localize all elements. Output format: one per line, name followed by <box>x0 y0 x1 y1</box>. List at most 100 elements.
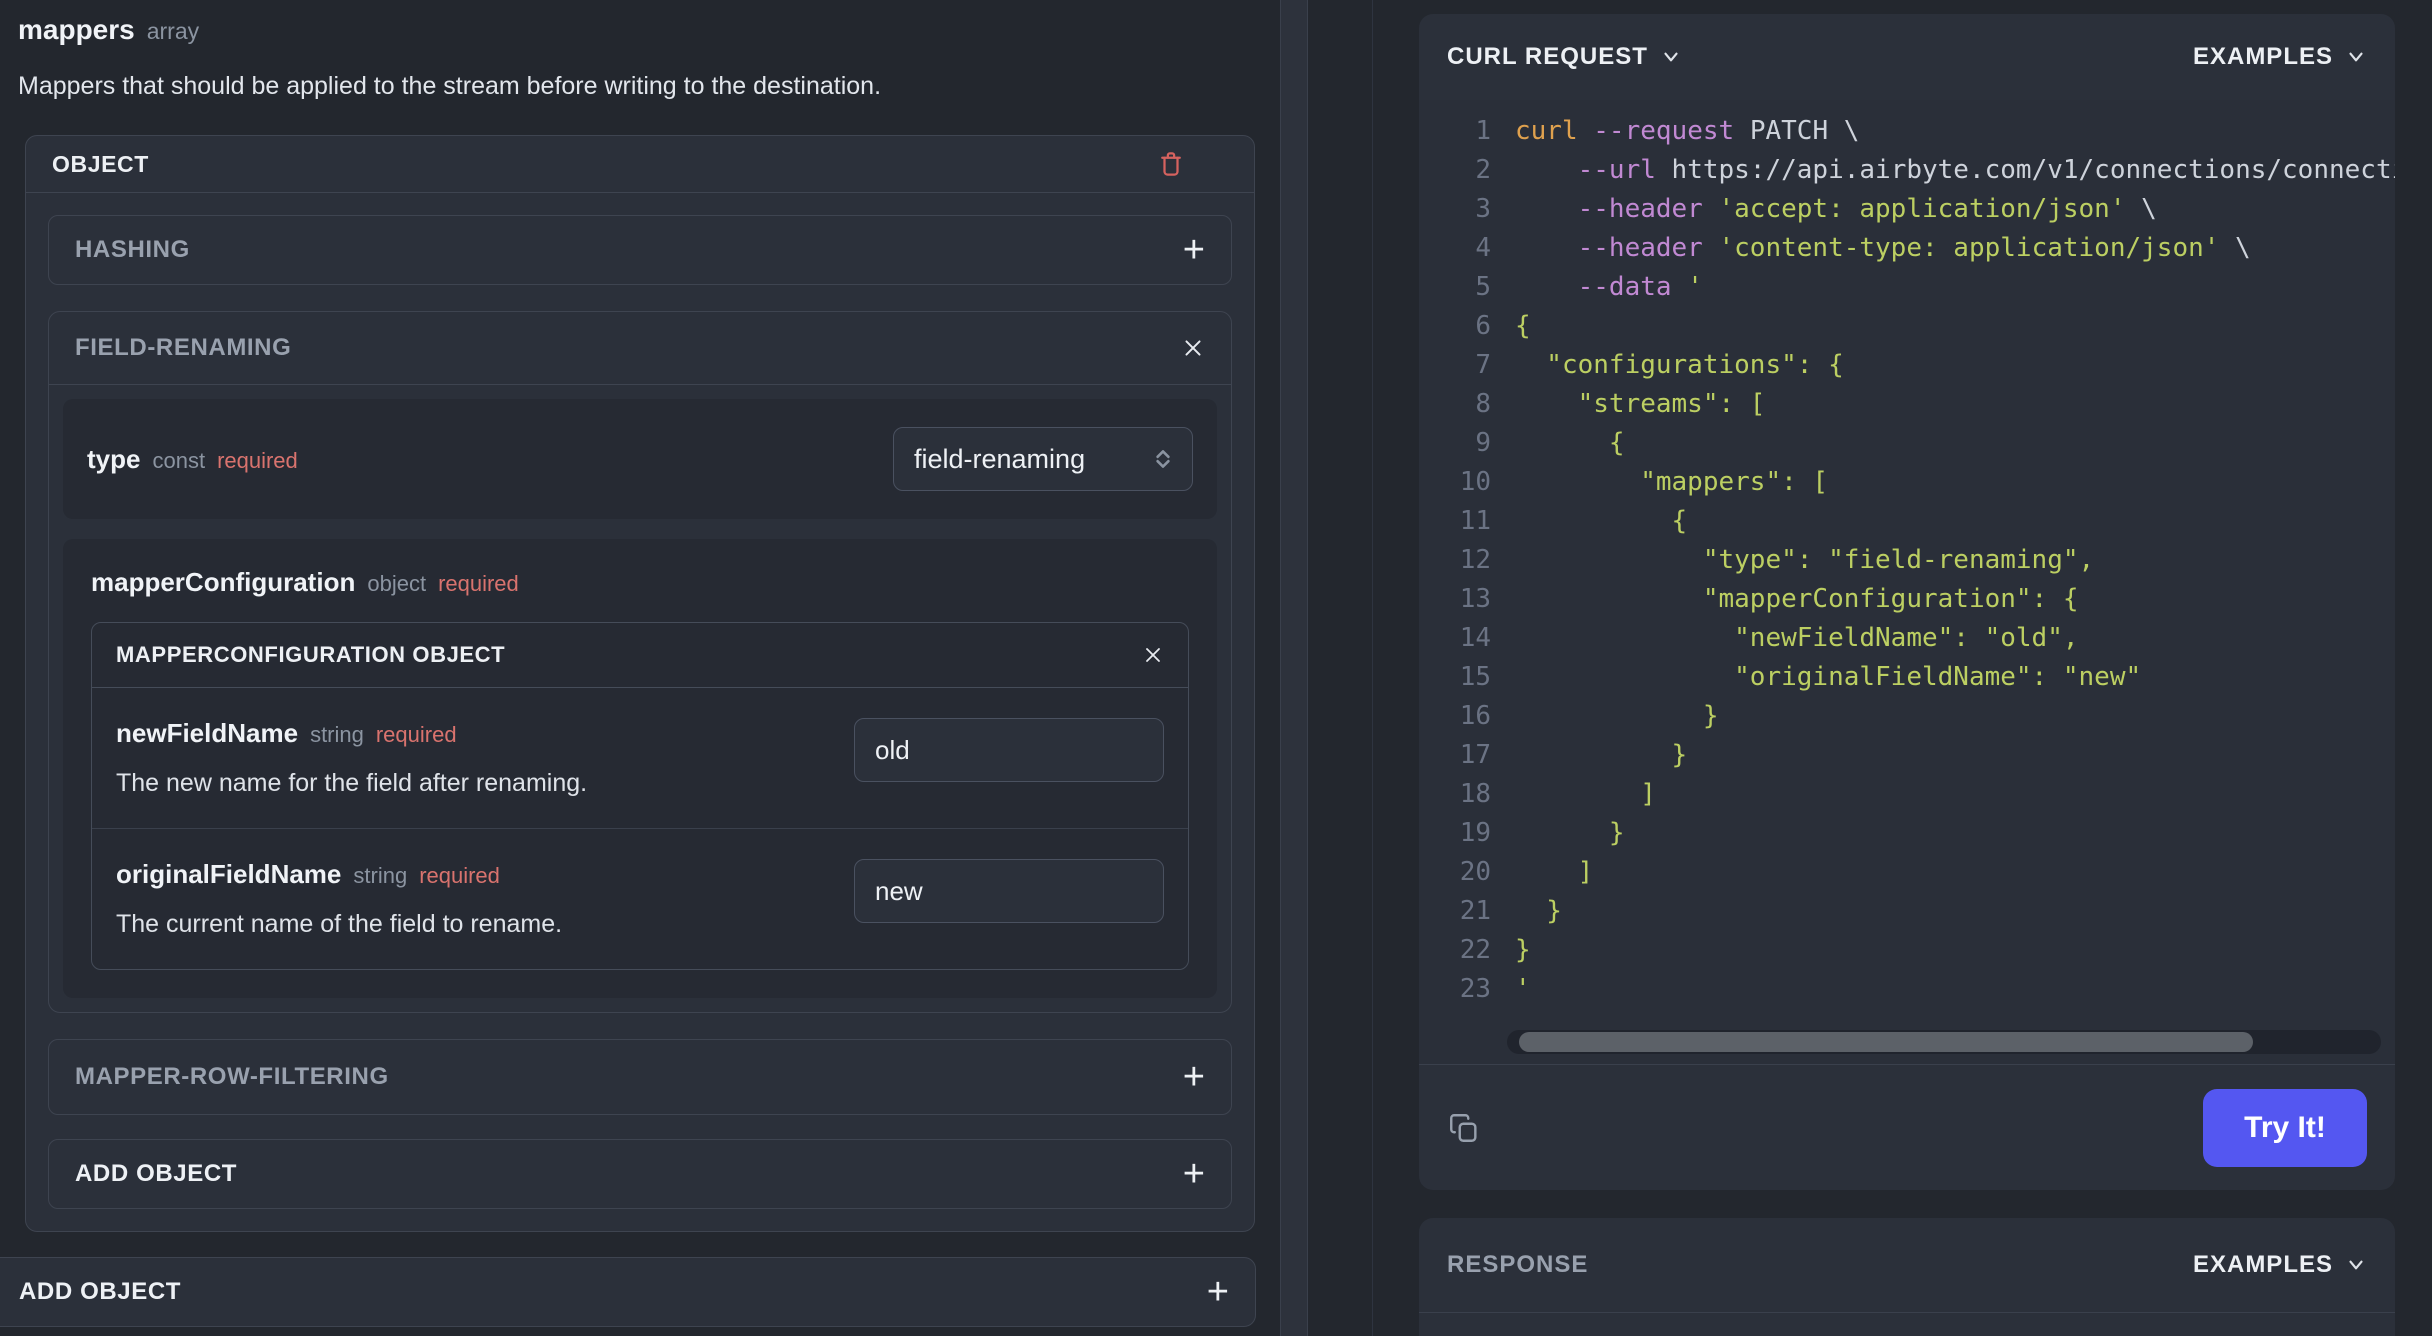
curl-request-card: CURL REQUEST EXAMPLES 1 curl --request PA… <box>1419 14 2395 1190</box>
code-line: 15 "originalFieldName": "new" <box>1459 662 2142 692</box>
code-lines: 1 curl --request PATCH \ 2 --url https://a… <box>1419 100 2395 1009</box>
newfieldname-input[interactable]: old <box>854 718 1164 782</box>
type-field-row: type const required field-renaming <box>63 399 1217 519</box>
add-object-label: ADD OBJECT <box>75 1160 238 1187</box>
code-line: 7 "configurations": { <box>1475 350 1844 380</box>
add-object-label: ADD OBJECT <box>19 1278 182 1305</box>
type-select-value: field-renaming <box>914 443 1086 474</box>
field-name: mappers <box>18 14 135 45</box>
object-panel-actions <box>1156 149 1228 179</box>
code-line: 13 "mapperConfiguration": { <box>1459 584 2079 614</box>
object-panel-body: HASHING + FIELD-RENAMING type const requ… <box>26 193 1254 1231</box>
request-card-footer: Try It! <box>1419 1064 2395 1190</box>
code-line: 9 { <box>1475 428 1625 458</box>
code-line: 5 --data ' <box>1475 272 1703 302</box>
examples-label: EXAMPLES <box>2192 43 2333 70</box>
copy-icon[interactable] <box>1447 1111 1481 1145</box>
schema-column: mappers array Mappers that should be app… <box>18 14 1255 1232</box>
field-info: newFieldName string required The new nam… <box>116 718 587 798</box>
plus-icon: + <box>1182 1153 1205 1195</box>
curl-request-title: CURL REQUEST <box>1447 43 1648 70</box>
plus-icon: + <box>1206 1271 1229 1313</box>
field-info: originalFieldName string required The cu… <box>116 859 562 939</box>
code-line: 1 curl --request PATCH \ <box>1475 116 1860 146</box>
code-line: 23 ' <box>1459 974 1531 1004</box>
chevron-down-icon <box>2345 46 2367 68</box>
response-examples-dropdown[interactable]: EXAMPLES <box>2193 1251 2367 1279</box>
examples-label: EXAMPLES <box>2192 1251 2333 1278</box>
schema-field-row: newFieldName string required The new nam… <box>92 688 1188 828</box>
property-name: mapperConfiguration <box>91 567 356 597</box>
code-line: 4 --header 'content-type: application/js… <box>1475 233 2251 263</box>
horizontal-scrollbar-thumb[interactable] <box>1519 1032 2254 1052</box>
mapper-configuration-labels: mapperConfiguration object required <box>91 567 1189 598</box>
code-line: 19 } <box>1459 818 1625 848</box>
code-line: 20 ] <box>1459 857 1594 887</box>
mapper-row-filtering-section-header[interactable]: MAPPER-ROW-FILTERING + <box>48 1039 1232 1115</box>
mapper-row-filtering-label: MAPPER-ROW-FILTERING <box>75 1063 389 1090</box>
expand-icon[interactable]: + <box>1183 1058 1205 1096</box>
select-stepper-icon <box>1150 446 1176 472</box>
hashing-label: HASHING <box>75 236 190 263</box>
trash-icon[interactable] <box>1156 149 1186 179</box>
type-field-labels: type const required <box>87 444 298 475</box>
expand-icon[interactable]: + <box>1183 231 1205 269</box>
code-line: 11 { <box>1459 506 1688 536</box>
field-renaming-header[interactable]: FIELD-RENAMING <box>49 312 1231 385</box>
code-line: 8 "streams": [ <box>1475 389 1766 419</box>
code-line: 12 "type": "field-renaming", <box>1459 545 2095 575</box>
add-object-button[interactable]: ADD OBJECT + <box>48 1139 1232 1209</box>
mapperconfiguration-object-header: MAPPERCONFIGURATION OBJECT <box>92 623 1188 688</box>
request-language-dropdown[interactable]: CURL REQUEST <box>1447 43 1682 71</box>
field-heading: mappers array <box>18 14 1255 46</box>
code-line: 22} <box>1459 935 1531 965</box>
property-description: The current name of the field to rename. <box>116 910 563 938</box>
code-editor[interactable]: 1 curl --request PATCH \ 2 --url https://a… <box>1419 100 2395 1064</box>
field-renaming-body: type const required field-renaming mappe… <box>63 399 1217 998</box>
response-title: RESPONSE <box>1447 1251 1589 1278</box>
close-icon[interactable] <box>1181 336 1205 360</box>
field-description: Mappers that should be applied to the st… <box>18 72 882 100</box>
code-line: 17 } <box>1459 740 1688 770</box>
code-line: 21 } <box>1459 896 1562 926</box>
request-examples-dropdown[interactable]: EXAMPLES <box>2193 43 2367 71</box>
property-description: The new name for the field after renamin… <box>116 769 588 797</box>
code-line: 14 "newFieldName": "old", <box>1459 623 2079 653</box>
code-line: 6{ <box>1475 311 1531 341</box>
chevron-down-icon <box>2345 1254 2367 1276</box>
response-header: RESPONSE EXAMPLES <box>1419 1218 2395 1313</box>
property-kind: const <box>152 447 206 473</box>
field-renaming-section: FIELD-RENAMING type const required field… <box>48 311 1232 1013</box>
mapper-configuration-panel: mapperConfiguration object required MAPP… <box>63 539 1217 998</box>
response-card: RESPONSE EXAMPLES <box>1419 1218 2395 1336</box>
property-kind: object <box>367 571 427 596</box>
field-type-badge: array <box>146 18 200 44</box>
code-line: 18 ] <box>1459 779 1656 809</box>
type-select[interactable]: field-renaming <box>893 427 1193 491</box>
property-kind: string <box>310 722 364 747</box>
outer-add-object-button[interactable]: ADD OBJECT + <box>0 1257 1256 1327</box>
horizontal-scrollbar-track[interactable] <box>1507 1030 2381 1054</box>
hashing-section-header[interactable]: HASHING + <box>48 215 1232 285</box>
code-line: 3 --header 'accept: application/json' \ <box>1475 194 2157 224</box>
property-kind: string <box>353 863 408 888</box>
originalfieldname-input[interactable]: new <box>854 859 1164 923</box>
required-badge: required <box>438 571 519 596</box>
property-name: type <box>87 443 141 474</box>
mapperconfiguration-object-title: MAPPERCONFIGURATION OBJECT <box>116 642 506 667</box>
required-badge: required <box>217 447 298 473</box>
property-name: originalFieldName <box>116 859 342 889</box>
try-it-button[interactable]: Try It! <box>2203 1088 2367 1167</box>
chevron-down-icon <box>1660 46 1682 68</box>
object-panel-header: OBJECT <box>26 136 1254 193</box>
code-line: 10 "mappers": [ <box>1459 467 1829 497</box>
mapperconfiguration-object-box: MAPPERCONFIGURATION OBJECT newFieldName … <box>91 622 1189 970</box>
code-line: 2 --url https://api.airbyte.com/v1/conne… <box>1475 155 2395 185</box>
close-icon[interactable] <box>1142 644 1164 666</box>
column-scrollbar-gutter[interactable] <box>1280 0 1308 1336</box>
required-badge: required <box>375 722 457 747</box>
api-reference-page: mappers array Mappers that should be app… <box>0 0 2432 1336</box>
curl-request-header: CURL REQUEST EXAMPLES <box>1419 14 2395 100</box>
code-line: 16 } <box>1459 701 1719 731</box>
field-renaming-label: FIELD-RENAMING <box>75 334 292 361</box>
